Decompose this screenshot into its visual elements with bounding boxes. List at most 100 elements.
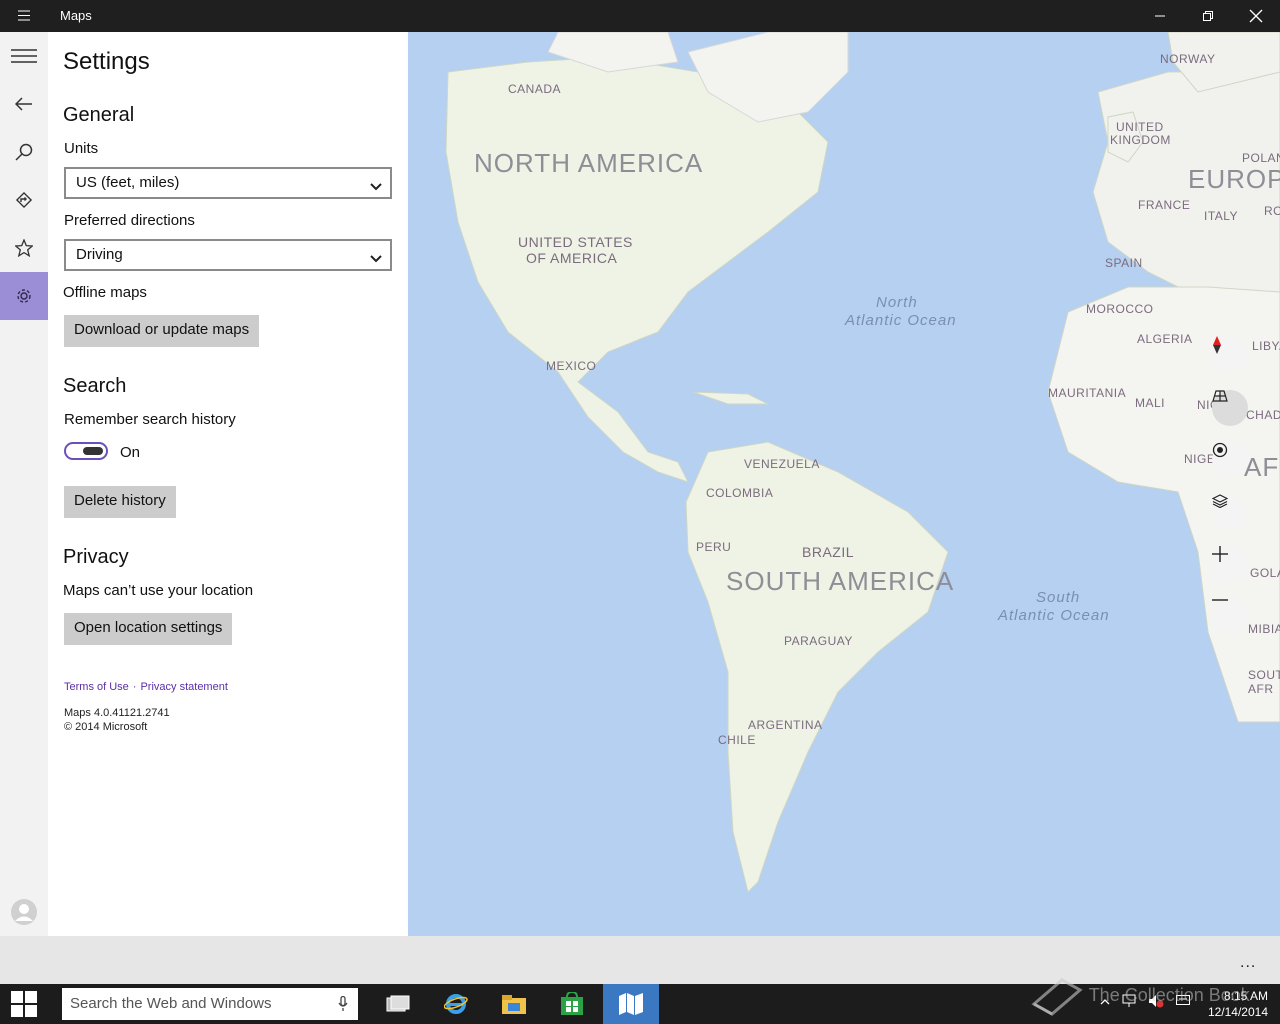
account-avatar-icon[interactable] (0, 888, 48, 936)
back-arrow-icon[interactable] (0, 80, 48, 128)
general-heading: General (63, 104, 135, 126)
map-label-venezuela: VENEZUELA (744, 457, 820, 471)
task-view-icon[interactable] (370, 984, 426, 1024)
location-status-text: Maps can’t use your location (63, 582, 254, 599)
search-heading: Search (63, 375, 127, 397)
map-label-south-america: SOUTH AMERICA (726, 566, 955, 596)
map-label-libya: LIBYA (1252, 339, 1280, 353)
units-select[interactable]: US (feet, miles) (64, 167, 392, 199)
map-label-usa-1: UNITED STATES (518, 234, 633, 250)
map-label-italy: ITALY (1204, 209, 1239, 223)
restore-button[interactable] (1184, 0, 1232, 32)
terms-link[interactable]: Terms of Use (64, 681, 129, 693)
privacy-link[interactable]: Privacy statement (140, 681, 227, 693)
map-label-peru: PERU (696, 540, 732, 554)
units-label: Units (64, 140, 99, 157)
layers-icon[interactable] (1212, 494, 1248, 530)
copyright: © 2014 Microsoft (64, 721, 148, 733)
app-title: Maps (60, 8, 92, 23)
settings-pane: Settings General Units US (feet, miles) … (48, 32, 408, 936)
map-label-south-ocean-2: Atlantic Ocean (998, 607, 1110, 624)
version-info: Maps 4.0.41121.2741 © 2014 Microsoft (64, 706, 170, 734)
map-view[interactable]: CANADA NORTH AMERICA UNITED STATES OF AM… (408, 32, 1280, 936)
file-explorer-icon[interactable] (486, 984, 542, 1024)
map-label-canada: CANADA (508, 82, 562, 96)
units-value: US (feet, miles) (76, 174, 180, 191)
map-label-uk-1: UNITED (1116, 120, 1164, 134)
privacy-heading: Privacy (63, 546, 129, 568)
maps-app-icon[interactable] (603, 984, 659, 1024)
map-label-poland: POLAND (1242, 151, 1280, 165)
nav-rail (0, 32, 48, 936)
minimize-button[interactable] (1136, 0, 1184, 32)
map-label-uk-2: KINGDOM (1110, 133, 1171, 147)
search-placeholder: Search the Web and Windows (70, 995, 272, 1012)
favorites-star-icon[interactable] (0, 224, 48, 272)
map-label-mauritania: MAURITANIA (1048, 386, 1127, 400)
taskbar-search-box[interactable]: Search the Web and Windows (62, 988, 358, 1020)
map-label-north-ocean-1: North (876, 294, 918, 311)
toggle-state-label: On (120, 444, 141, 461)
chevron-down-icon (370, 178, 382, 195)
close-button[interactable] (1232, 0, 1280, 32)
store-icon[interactable] (544, 984, 600, 1024)
map-label-brazil: BRAZIL (802, 544, 855, 560)
map-label-france: FRANCE (1138, 198, 1191, 212)
map-label-north-america: NORTH AMERICA (474, 148, 704, 178)
link-separator: · (132, 681, 137, 693)
map-label-africa: AFR (1244, 452, 1280, 482)
directions-value: Driving (76, 246, 123, 263)
map-label-norway: NORWAY (1160, 52, 1216, 66)
title-menu-icon[interactable] (10, 8, 38, 24)
map-label-namibia: MIBIA (1248, 622, 1280, 636)
directions-label: Preferred directions (64, 212, 195, 229)
locate-icon[interactable] (1212, 442, 1248, 478)
map-label-chad: CHAD (1246, 408, 1280, 422)
more-options-button[interactable]: ... (1240, 954, 1256, 972)
map-label-europe: EUROPE (1188, 164, 1280, 194)
search-history-label: Remember search history (64, 411, 236, 428)
map-label-morocco: MOROCCO (1086, 302, 1154, 316)
map-label-spain: SPAIN (1105, 256, 1143, 270)
zoom-in-icon[interactable] (1212, 546, 1248, 582)
map-label-mali: MALI (1135, 396, 1166, 410)
map-label-algeria: ALGERIA (1137, 332, 1193, 346)
chevron-down-icon (370, 250, 382, 267)
windows-start-icon[interactable] (0, 984, 48, 1024)
zoom-out-icon[interactable] (1212, 598, 1248, 634)
watermark: The Collection Book (1030, 976, 1250, 1016)
map-label-south-africa-1: SOUTH (1248, 668, 1280, 682)
map-label-north-ocean-2: Atlantic Ocean (845, 312, 957, 329)
watermark-text: The Collection Book (1088, 984, 1250, 1005)
page-title: Settings (63, 48, 150, 75)
map-label-south-ocean-1: South (1036, 589, 1081, 606)
map-label-south-africa-2: AFR (1248, 682, 1274, 696)
map-label-colombia: COLOMBIA (706, 486, 774, 500)
book-logo-icon (1031, 978, 1083, 1016)
map-label-usa-2: OF AMERICA (526, 250, 618, 266)
search-history-toggle[interactable] (64, 442, 108, 460)
directions-select[interactable]: Driving (64, 239, 392, 271)
offline-maps-label: Offline maps (63, 284, 147, 301)
settings-gear-icon[interactable] (0, 272, 48, 320)
map-label-mexico: MEXICO (546, 359, 597, 373)
toggle-knob (83, 447, 103, 455)
map-label-romania: ROM (1264, 204, 1280, 218)
map-label-argentina: ARGENTINA (748, 718, 823, 732)
title-bar: Maps (0, 0, 1280, 32)
map-label-angola: GOLA (1250, 566, 1280, 580)
hamburger-menu-icon[interactable] (0, 32, 48, 80)
directions-icon[interactable] (0, 176, 48, 224)
download-maps-button[interactable]: Download or update maps (64, 315, 260, 347)
internet-explorer-icon[interactable] (428, 984, 484, 1024)
microphone-icon[interactable] (338, 995, 348, 1016)
search-icon[interactable] (0, 128, 48, 176)
version-number: Maps 4.0.41121.2741 (64, 707, 170, 719)
open-location-settings-button[interactable]: Open location settings (64, 613, 233, 645)
delete-history-button[interactable]: Delete history (64, 486, 176, 518)
map-label-paraguay: PARAGUAY (784, 634, 853, 648)
footer-links: Terms of Use · Privacy statement (64, 681, 228, 693)
map-label-chile: CHILE (718, 733, 756, 747)
tilt-icon[interactable] (1212, 390, 1248, 426)
compass-icon[interactable] (1212, 336, 1248, 372)
